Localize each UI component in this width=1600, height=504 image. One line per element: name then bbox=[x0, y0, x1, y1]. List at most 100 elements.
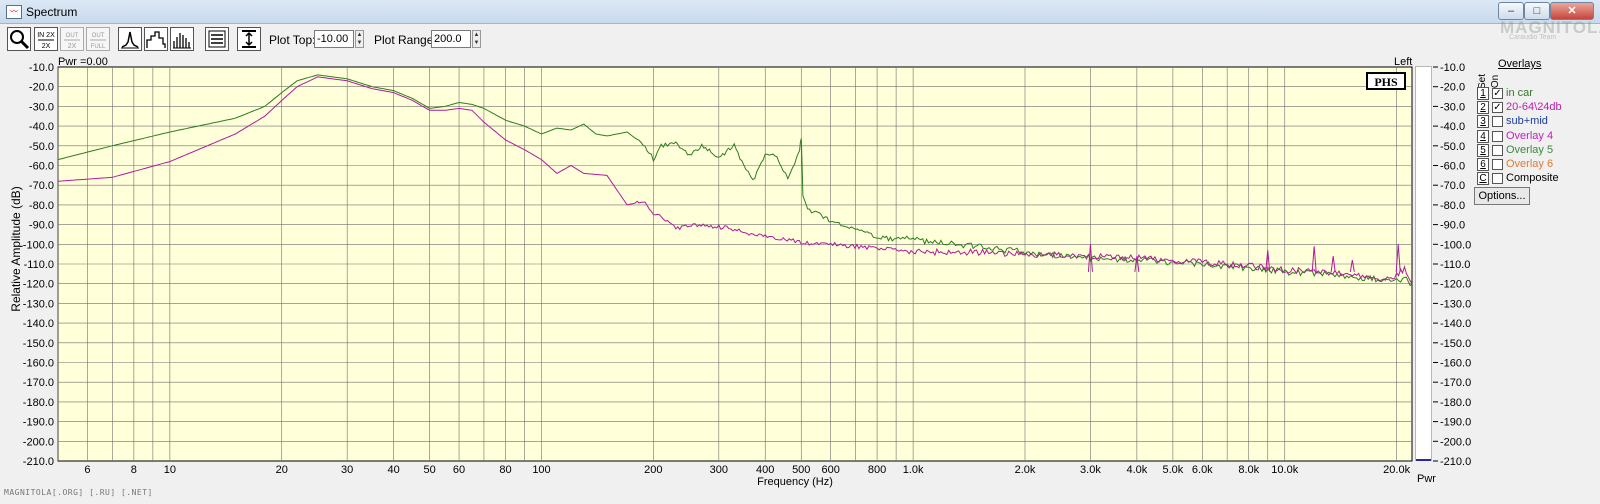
x-tick-label: 4.0k bbox=[1126, 464, 1147, 476]
x-tick-label: 600 bbox=[821, 464, 839, 476]
y-tick-label-left: -130.0 bbox=[23, 298, 54, 310]
y-tick-label-left: -20.0 bbox=[29, 82, 54, 94]
x-tick-label: 6 bbox=[84, 464, 90, 476]
y-tick-label-right: -160.0 bbox=[1440, 358, 1471, 370]
overlay-set-button[interactable]: 5 bbox=[1477, 143, 1489, 157]
y-tick-label-right: -10.0 bbox=[1440, 62, 1465, 74]
x-tick-label: 20.0k bbox=[1383, 464, 1410, 476]
y-tick-label-left: -140.0 bbox=[23, 318, 54, 330]
x-tick-label: 2.0k bbox=[1015, 464, 1036, 476]
x-tick-label: 400 bbox=[756, 464, 774, 476]
y-tick-label-right: -110.0 bbox=[1440, 259, 1470, 271]
x-tick-label: 80 bbox=[499, 464, 511, 476]
y-tick-label-left: -40.0 bbox=[29, 121, 54, 133]
y-tick-label-right: -70.0 bbox=[1440, 180, 1465, 192]
overlay-on-checkbox[interactable]: ✓ bbox=[1492, 88, 1503, 99]
x-tick-label: 30 bbox=[341, 464, 353, 476]
power-meter-label: Pwr bbox=[1417, 473, 1436, 485]
y-tick-label-left: -150.0 bbox=[23, 338, 54, 350]
x-tick-label: 300 bbox=[710, 464, 728, 476]
y-tick-label-right: -120.0 bbox=[1440, 279, 1471, 291]
y-tick-label-left: -190.0 bbox=[23, 417, 54, 429]
power-meter bbox=[1415, 66, 1432, 461]
phs-logo-text: PHS bbox=[1374, 75, 1398, 89]
y-tick-label-left: -110.0 bbox=[24, 259, 54, 271]
y-tick-label-right: -100.0 bbox=[1440, 239, 1471, 251]
y-tick-label-left: -180.0 bbox=[23, 397, 54, 409]
options-button[interactable]: Options... bbox=[1474, 187, 1530, 205]
spectrum-plot[interactable]: -10.0 -10.0 -20.0 -20.0 -30.0 -30.0 -40.0 -40.0… bbox=[0, 0, 1600, 504]
x-tick-label: 3.0k bbox=[1080, 464, 1101, 476]
overlay-set-button[interactable]: 1 bbox=[1477, 87, 1489, 100]
overlay-set-button[interactable]: 4 bbox=[1477, 129, 1489, 143]
y-tick-label-left: -90.0 bbox=[29, 220, 54, 232]
x-tick-label: 20 bbox=[276, 464, 288, 476]
y-tick-label-left: -10.0 bbox=[29, 62, 54, 74]
overlay-name: 20-64\24db bbox=[1506, 101, 1562, 114]
overlay-row: C Composite bbox=[1474, 172, 1598, 186]
y-tick-label-right: -170.0 bbox=[1440, 377, 1471, 389]
overlay-on-checkbox[interactable] bbox=[1492, 130, 1503, 142]
x-tick-label: 40 bbox=[387, 464, 399, 476]
overlays-title: Overlays bbox=[1498, 58, 1542, 70]
x-tick-label: 8 bbox=[131, 464, 137, 476]
x-tick-label: 60 bbox=[453, 464, 465, 476]
overlay-row: 2 ✓ 20-64\24db bbox=[1474, 101, 1598, 115]
phs-logo: PHS bbox=[1366, 72, 1406, 90]
overlay-on-checkbox[interactable] bbox=[1492, 116, 1503, 128]
overlay-set-button[interactable]: C bbox=[1477, 172, 1489, 186]
y-tick-label-left: -200.0 bbox=[23, 436, 54, 448]
y-tick-label-left: -100.0 bbox=[23, 239, 54, 251]
overlay-name: sub+mid bbox=[1506, 115, 1548, 128]
overlay-name: Overlay 6 bbox=[1506, 158, 1554, 170]
y-tick-label-left: -70.0 bbox=[29, 180, 54, 192]
y-tick-label-right: -20.0 bbox=[1440, 82, 1465, 94]
y-tick-label-right: -210.0 bbox=[1440, 456, 1471, 468]
x-tick-label: 800 bbox=[868, 464, 886, 476]
overlay-set-button[interactable]: 3 bbox=[1477, 115, 1489, 129]
overlay-set-button[interactable]: 2 bbox=[1477, 101, 1489, 115]
overlay-set-button[interactable]: 6 bbox=[1477, 158, 1489, 171]
overlay-row: 1 ✓ in car bbox=[1474, 87, 1598, 101]
overlay-row: 6 Overlay 6 bbox=[1474, 158, 1598, 172]
overlay-on-checkbox[interactable] bbox=[1492, 144, 1503, 156]
overlay-on-checkbox[interactable]: ✓ bbox=[1492, 102, 1503, 114]
y-tick-label-right: -180.0 bbox=[1440, 397, 1471, 409]
y-tick-label-left: -210.0 bbox=[23, 456, 54, 468]
x-tick-label: 10 bbox=[164, 464, 176, 476]
overlay-on-checkbox[interactable] bbox=[1492, 159, 1503, 170]
y-tick-label-left: -120.0 bbox=[23, 279, 54, 291]
y-tick-label-right: -130.0 bbox=[1440, 298, 1471, 310]
y-tick-label-left: -60.0 bbox=[29, 161, 54, 173]
y-tick-label-left: -50.0 bbox=[29, 141, 54, 153]
overlay-on-checkbox[interactable] bbox=[1492, 173, 1503, 185]
x-tick-label: 1.0k bbox=[903, 464, 924, 476]
y-tick-label-right: -90.0 bbox=[1440, 220, 1465, 232]
overlay-name: Composite bbox=[1506, 172, 1559, 185]
y-tick-label-right: -150.0 bbox=[1440, 338, 1471, 350]
x-tick-label: 10.0k bbox=[1271, 464, 1298, 476]
overlay-row: 3 sub+mid bbox=[1474, 115, 1598, 129]
x-tick-label: 50 bbox=[424, 464, 436, 476]
overlay-name: in car bbox=[1506, 87, 1533, 99]
y-tick-label-right: -40.0 bbox=[1440, 121, 1465, 133]
power-meter-level bbox=[1416, 459, 1431, 461]
y-tick-label-right: -30.0 bbox=[1440, 101, 1465, 113]
y-tick-label-right: -80.0 bbox=[1440, 200, 1465, 212]
overlay-row: 5 Overlay 5 bbox=[1474, 143, 1598, 158]
watermark-urls: MAGNITOLA[.ORG] [.RU] [.NET] bbox=[4, 488, 153, 497]
y-tick-label-left: -170.0 bbox=[23, 377, 54, 389]
overlay-name: Overlay 5 bbox=[1506, 143, 1554, 156]
x-tick-label: 5.0k bbox=[1162, 464, 1183, 476]
x-tick-label: 200 bbox=[644, 464, 662, 476]
y-tick-label-left: -30.0 bbox=[29, 101, 54, 113]
overlay-row: 4 Overlay 4 bbox=[1474, 129, 1598, 144]
y-tick-label-right: -200.0 bbox=[1440, 436, 1471, 448]
y-tick-label-right: -50.0 bbox=[1440, 141, 1465, 153]
x-tick-label: 100 bbox=[532, 464, 550, 476]
y-tick-label-right: -140.0 bbox=[1440, 318, 1471, 330]
x-tick-label: 8.0k bbox=[1238, 464, 1259, 476]
y-tick-label-left: -160.0 bbox=[23, 358, 54, 370]
overlay-name: Overlay 4 bbox=[1506, 129, 1554, 142]
y-tick-label-left: -80.0 bbox=[29, 200, 54, 212]
